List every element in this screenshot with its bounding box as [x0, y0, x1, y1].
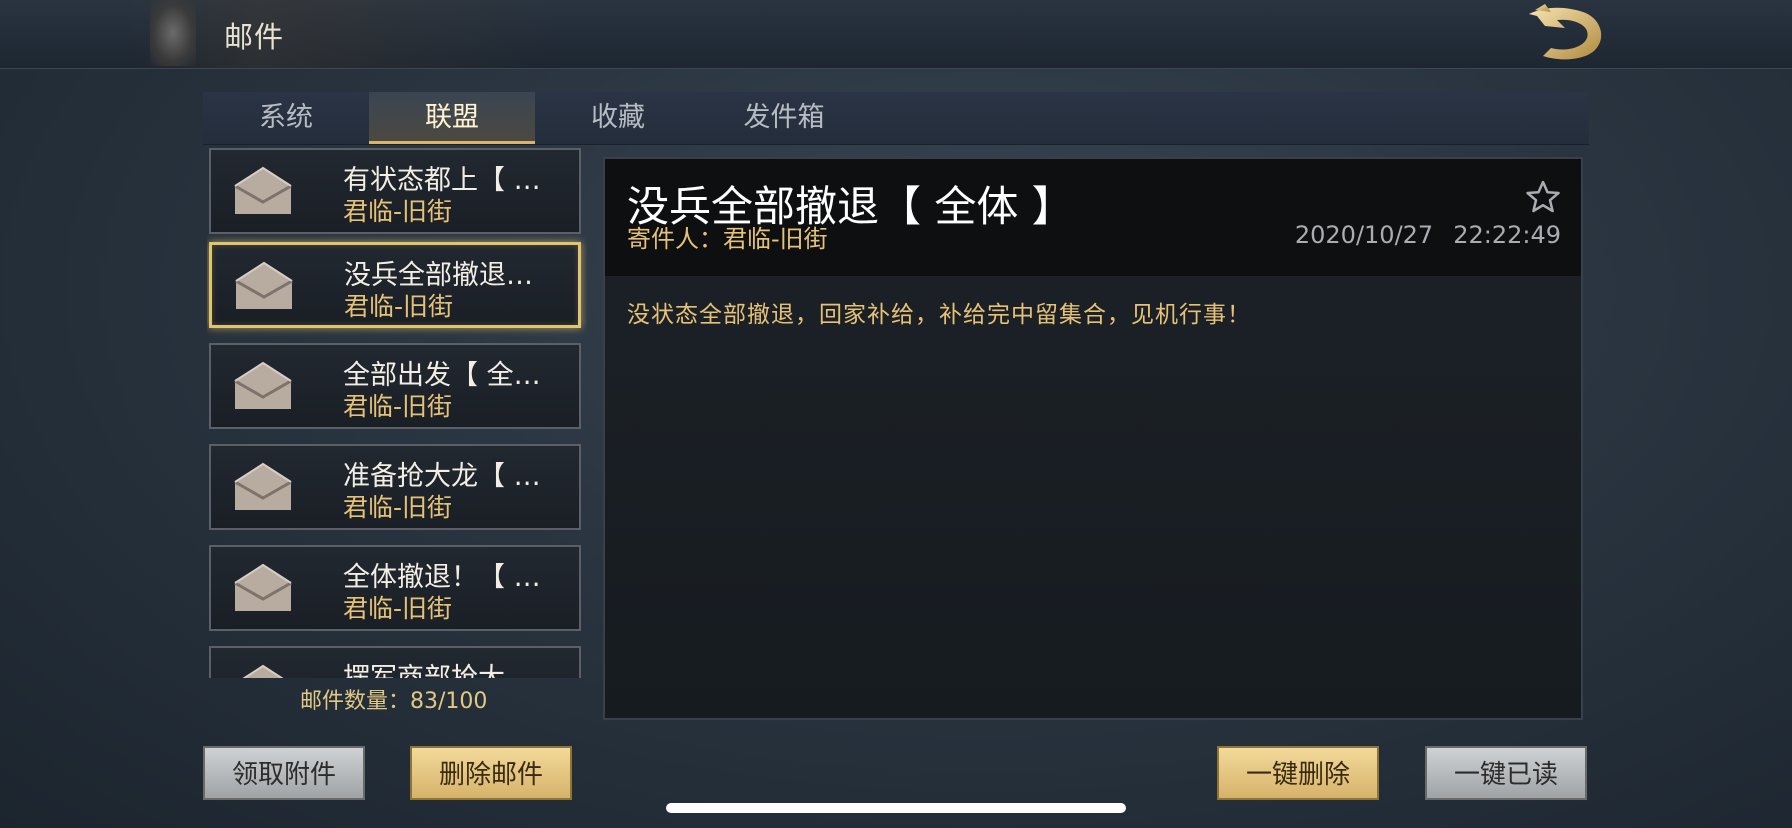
envelope-open-icon [235, 261, 293, 309]
mail-detail-body: 没状态全部撤退，回家补给，补给完中留集合，见机行事！ [627, 302, 1251, 328]
claim-attachments-button[interactable]: 领取附件 [203, 746, 365, 800]
mail-detail-sender: 寄件人：君临-旧街 [627, 225, 828, 253]
mail-list[interactable]: 有状态都上【 … 君临-旧街 没兵全部撤退… 君临-旧街 全部出发【 全… 君临… [207, 148, 587, 678]
tab-outbox[interactable]: 发件箱 [701, 92, 867, 144]
mail-sender: 君临-旧街 [343, 197, 453, 226]
dragon-logo-icon [1529, 4, 1602, 60]
envelope-open-icon [234, 361, 292, 409]
envelope-open-icon [234, 563, 292, 611]
mail-list-item[interactable]: 摆军商部抢大 [209, 646, 581, 678]
envelope-open-icon [234, 462, 292, 510]
page-title: 邮件 [224, 20, 285, 54]
mail-detail-panel: 没兵全部撤退【 全体 】 寄件人：君临-旧街 2020/10/27 22:22:4… [603, 157, 1583, 720]
home-indicator[interactable] [666, 803, 1126, 813]
tab-favorites[interactable]: 收藏 [535, 92, 701, 144]
mail-list-item[interactable]: 全体撤退！【 … 君临-旧街 [209, 545, 581, 631]
mail-detail-header: 没兵全部撤退【 全体 】 寄件人：君临-旧街 2020/10/27 22:22:4… [605, 159, 1581, 276]
top-bar: 邮件 [0, 0, 1792, 69]
delete-all-button[interactable]: 一键删除 [1217, 746, 1379, 800]
envelope-open-icon [234, 166, 292, 214]
mail-list-item[interactable]: 有状态都上【 … 君临-旧街 [209, 148, 581, 234]
mail-detail-time: 22:22:49 [1453, 221, 1561, 249]
tab-alliance[interactable]: 联盟 [369, 92, 535, 144]
mail-list-item-selected[interactable]: 没兵全部撤退… 君临-旧街 [209, 242, 581, 328]
envelope-open-icon [242, 664, 284, 678]
star-outline-icon[interactable] [1525, 179, 1561, 215]
mail-sender: 君临-旧街 [344, 292, 454, 321]
mail-sender: 君临-旧街 [343, 392, 453, 421]
mail-sender: 君临-旧街 [343, 493, 453, 522]
mail-subject: 摆军商部抢大 [343, 656, 563, 678]
mail-list-item[interactable]: 全部出发【 全… 君临-旧街 [209, 343, 581, 429]
mail-detail-date: 2020/10/27 [1294, 221, 1434, 249]
tab-system[interactable]: 系统 [203, 92, 369, 144]
mail-count: 邮件数量：83/100 [300, 689, 488, 714]
read-all-button[interactable]: 一键已读 [1425, 746, 1587, 800]
mail-sender: 君临-旧街 [343, 594, 453, 623]
mail-detail-timestamp: 2020/10/27 22:22:49 [1295, 221, 1561, 249]
mail-list-item[interactable]: 准备抢大龙【 … 君临-旧街 [209, 444, 581, 530]
delete-mail-button[interactable]: 删除邮件 [410, 746, 572, 800]
mail-tabs: 系统 联盟 收藏 发件箱 [203, 92, 1589, 145]
emblem-icon [150, 0, 196, 66]
